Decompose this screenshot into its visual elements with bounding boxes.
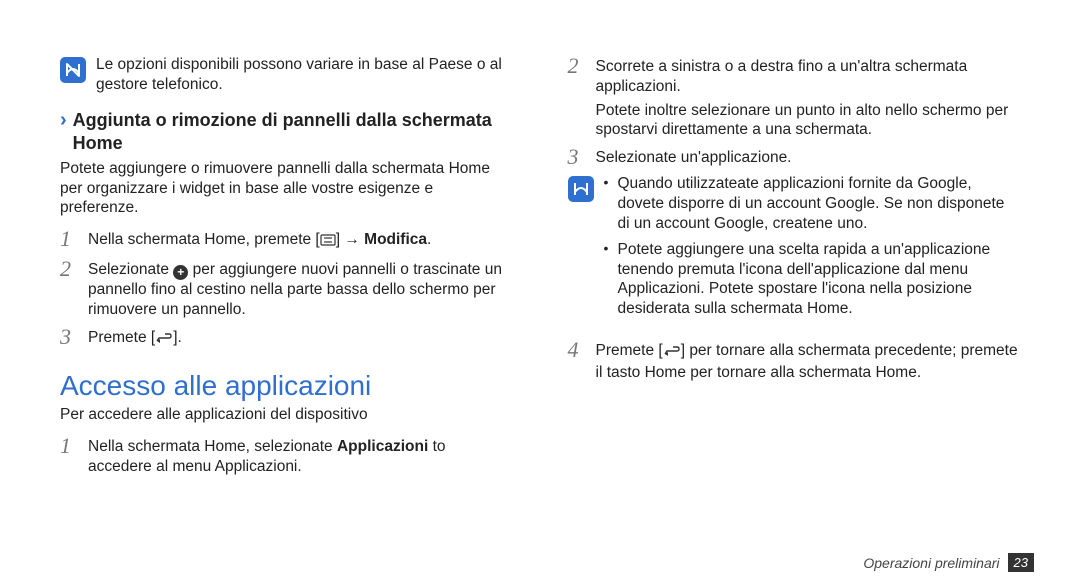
page-content: Le opzioni disponibili possono variare i… — [0, 0, 1080, 503]
step-body: Premete [] per tornare alla schermata pr… — [596, 339, 1021, 383]
note-icon — [568, 176, 594, 202]
back-icon — [155, 330, 173, 350]
section-title-apps: Accesso alle applicazioni — [60, 368, 513, 404]
note-icon — [60, 57, 86, 83]
right-step-4: 4 Premete [] per tornare alla schermata … — [568, 339, 1021, 383]
step-body: Scorrete a sinistra o a destra fino a un… — [596, 55, 1021, 140]
text: Potete inoltre selezionare un punto in a… — [596, 101, 1021, 141]
note-text: Le opzioni disponibili possono variare i… — [96, 55, 513, 95]
menu-icon — [320, 232, 336, 252]
text: ] → — [336, 231, 364, 248]
section-heading: › Aggiunta o rimozione di pannelli dalla… — [60, 109, 513, 155]
text: Scorrete a sinistra o a destra fino a un… — [596, 57, 1021, 97]
step-number: 4 — [568, 339, 586, 383]
step-number: 2 — [60, 258, 78, 320]
left-step-3: 3 Premete []. — [60, 326, 513, 350]
step-number: 1 — [60, 228, 78, 252]
text: ]. — [173, 329, 182, 346]
bold-text: Modifica — [364, 231, 427, 248]
note-block-2: Quando utilizzateate applicazioni fornit… — [568, 174, 1021, 325]
note-bullet: Quando utilizzateate applicazioni fornit… — [604, 174, 1021, 233]
section-title-text: Aggiunta o rimozione di pannelli dalla s… — [73, 109, 513, 155]
step-number: 3 — [60, 326, 78, 350]
bold-text: Applicazioni — [337, 438, 428, 455]
footer-section-label: Operazioni preliminari — [863, 555, 999, 571]
step-number: 3 — [568, 146, 586, 168]
text: Premete [ — [596, 342, 663, 359]
section-subtitle: Per accedere alle applicazioni del dispo… — [60, 405, 513, 425]
text: Nella schermata Home, premete [ — [88, 231, 320, 248]
left-column: Le opzioni disponibili possono variare i… — [60, 55, 513, 483]
note-bullet: Potete aggiungere una scelta rapida a un… — [604, 240, 1021, 319]
step-body: Premete []. — [88, 326, 513, 350]
right-step-2: 2 Scorrete a sinistra o a destra fino a … — [568, 55, 1021, 140]
footer-page-number: 23 — [1008, 553, 1034, 572]
step-number: 1 — [60, 435, 78, 477]
note-block-1: Le opzioni disponibili possono variare i… — [60, 55, 513, 95]
step-body: Selezionate + per aggiungere nuovi panne… — [88, 258, 513, 320]
page-footer: Operazioni preliminari 23 — [863, 553, 1034, 572]
add-icon: + — [173, 265, 188, 280]
right-column: 2 Scorrete a sinistra o a destra fino a … — [568, 55, 1021, 483]
text: . — [427, 231, 431, 248]
note-body: Quando utilizzateate applicazioni fornit… — [604, 174, 1021, 325]
text: Nella schermata Home, selezionate — [88, 438, 337, 455]
note-bullet-list: Quando utilizzateate applicazioni fornit… — [604, 174, 1021, 319]
left-step-2: 2 Selezionate + per aggiungere nuovi pan… — [60, 258, 513, 320]
chevron-icon: › — [60, 110, 67, 155]
app-step-1: 1 Nella schermata Home, selezionate Appl… — [60, 435, 513, 477]
left-step-1: 1 Nella schermata Home, premete [ ] → Mod… — [60, 228, 513, 252]
text: Premete [ — [88, 329, 155, 346]
back-icon — [663, 343, 681, 363]
text: Selezionate — [88, 261, 173, 278]
section-intro: Potete aggiungere o rimuovere pannelli d… — [60, 159, 513, 218]
step-body: Nella schermata Home, selezionate Applic… — [88, 435, 513, 477]
step-body: Selezionate un'applicazione. — [596, 146, 1021, 168]
right-step-3: 3 Selezionate un'applicazione. — [568, 146, 1021, 168]
step-body: Nella schermata Home, premete [ ] → Modif… — [88, 228, 513, 252]
step-number: 2 — [568, 55, 586, 140]
